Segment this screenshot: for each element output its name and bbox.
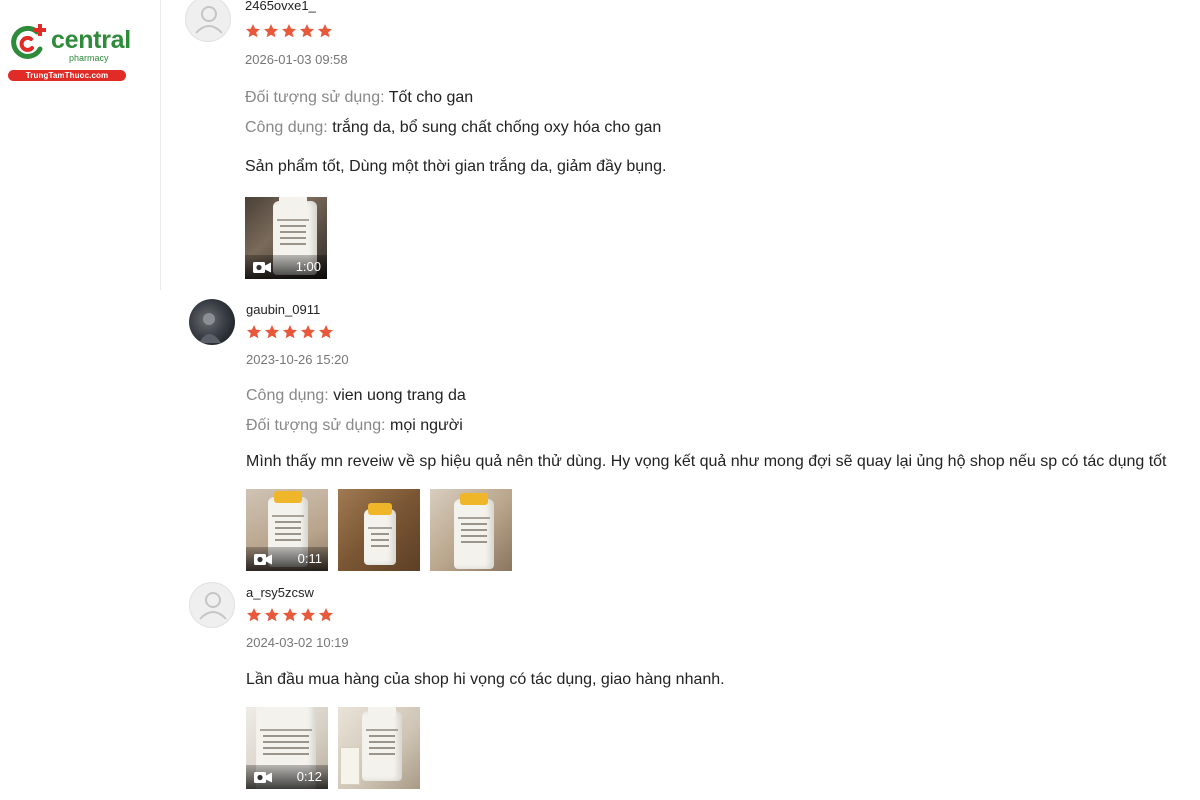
star-icon [283,325,297,339]
review-image-thumbnail[interactable] [338,707,420,789]
star-icon [283,608,297,622]
review-date: 2026-01-03 09:58 [245,52,348,67]
star-rating [246,607,334,627]
avatar[interactable] [185,0,231,42]
avatar[interactable] [189,582,235,628]
avatar[interactable] [189,299,235,345]
star-icon [246,24,260,38]
attribute-label: Đối tượng sử dụng: [246,417,386,434]
video-duration: 0:12 [296,769,322,784]
video-duration: 1:00 [295,259,321,274]
video-camera-icon [253,262,271,273]
attribute-value: Tốt cho gan [388,89,474,106]
review-username: a_rsy5zcsw [246,585,314,600]
attribute-value: vien uong trang da [333,387,466,404]
review-video-thumbnail[interactable]: 0:11 [246,489,328,571]
star-rating [246,324,334,344]
star-icon [265,608,279,622]
review-attribute: Công dụng: vien uong trang da [246,386,466,406]
star-icon [282,24,296,38]
star-icon [264,24,278,38]
brand-name: central [51,26,131,54]
review-media: 1:00 [245,197,327,279]
star-icon [265,325,279,339]
attribute-value: trắng da, bổ sung chất chống oxy hóa cho… [332,119,662,136]
review-attribute: Đối tượng sử dụng: Tốt cho gan [245,88,473,108]
star-icon [318,24,332,38]
star-icon [319,608,333,622]
brand-site: TrungTamThuoc.com [8,70,126,81]
star-icon [301,325,315,339]
review-date: 2023-10-26 15:20 [246,352,349,367]
video-duration: 0:11 [297,551,322,566]
review-username: gaubin_0911 [246,302,321,317]
review-username: 2465ovxe1_ [245,0,316,13]
user-photo-icon [199,313,221,343]
star-icon [247,325,261,339]
sidebar-divider [160,0,161,290]
user-placeholder-icon [195,6,223,34]
star-icon [300,24,314,38]
review-comment: Lần đầu mua hàng của shop hi vọng có tác… [246,671,725,688]
attribute-label: Công dụng: [245,119,328,136]
star-icon [301,608,315,622]
review-media: 0:11 [246,489,512,571]
review-attribute: Đối tượng sử dụng: mọi người [246,416,463,436]
review-comment: Mình thấy mn reveiw về sp hiệu quả nên t… [246,453,1167,470]
star-icon [319,325,333,339]
star-icon [247,608,261,622]
attribute-value: mọi người [390,417,463,434]
review-image-thumbnail[interactable] [338,489,420,571]
review-image-thumbnail[interactable] [430,489,512,571]
star-rating [245,23,333,43]
central-pharmacy-logo-icon [11,24,46,59]
review-date: 2024-03-02 10:19 [246,635,349,650]
brand-logo[interactable]: central pharmacy TrungTamThuoc.com [7,22,131,84]
video-camera-icon [254,554,272,565]
review-video-thumbnail[interactable]: 1:00 [245,197,327,279]
video-camera-icon [254,772,272,783]
brand-subtitle: pharmacy [69,53,109,63]
review-video-thumbnail[interactable]: 0:12 [246,707,328,789]
attribute-label: Công dụng: [246,387,329,404]
user-placeholder-icon [199,592,227,620]
review-media: 0:12 [246,707,420,789]
attribute-label: Đối tượng sử dụng: [245,89,385,106]
review-comment: Sản phẩm tốt, Dùng một thời gian trắng d… [245,158,667,175]
review-attribute: Công dụng: trắng da, bổ sung chất chống … [245,118,661,138]
